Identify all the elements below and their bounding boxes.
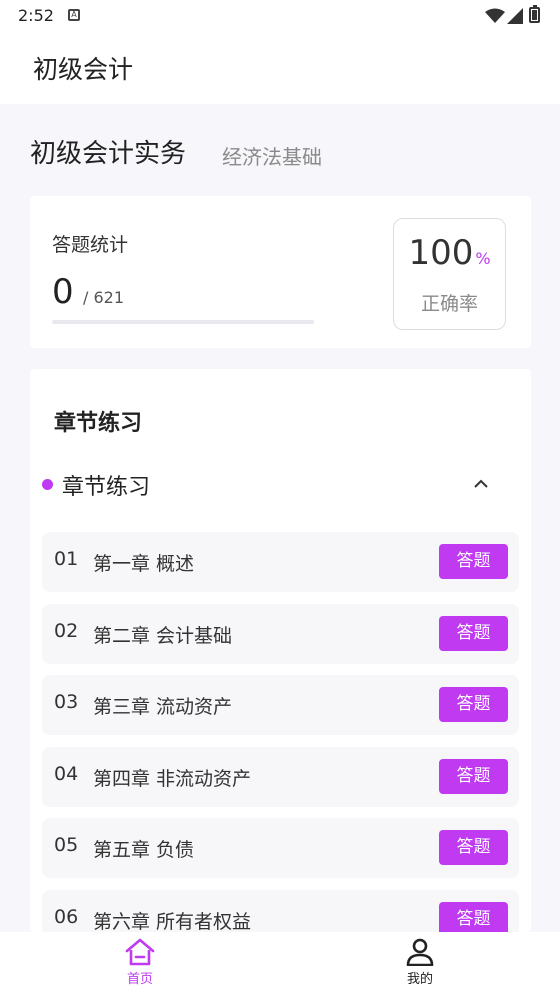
chevron-up-icon[interactable]	[470, 473, 492, 495]
tab-mine[interactable]: 我的	[360, 938, 480, 993]
signal-icon	[507, 8, 523, 24]
progress-bar	[52, 320, 314, 324]
chapter-number: 02	[54, 619, 79, 642]
answered-count: 0	[52, 272, 74, 312]
accuracy-number: 100	[408, 233, 474, 273]
total-count: / 621	[83, 288, 125, 307]
battery-icon	[529, 5, 540, 23]
chapter-name: 第一章 概述	[93, 553, 195, 575]
tab-home-label: 首页	[126, 972, 153, 987]
chapter-list: 01 第一章 概述 答题 02 第二章 会计基础 答题 03 第三章 流动资产 答题 04 第四章 …	[42, 532, 519, 932]
tab-mine-label: 我的	[406, 972, 433, 987]
a-box-icon: A	[68, 9, 80, 21]
tab-home[interactable]: 首页	[80, 938, 200, 993]
answer-button[interactable]: 答题	[439, 615, 508, 651]
chapter-name: 第二章 会计基础	[93, 624, 233, 647]
bullet-dot	[42, 479, 53, 490]
tab-subject-law[interactable]: 经济法基础	[222, 141, 322, 170]
chapter-row[interactable]: 05 第五章 负债 答题	[42, 818, 519, 878]
chapter-group-label: 章节练习	[62, 475, 151, 500]
accuracy-unit: %	[475, 249, 491, 268]
chapter-row[interactable]: 02 第二章 会计基础 答题	[42, 603, 519, 664]
chapter-number: 06	[54, 905, 79, 928]
chapter-row[interactable]: 04 第四章 非流动资产 答题	[42, 746, 519, 807]
answer-button[interactable]: 答题	[439, 830, 508, 865]
chapter-name: 第三章 流动资产	[93, 696, 233, 718]
section-heading: 章节练习	[54, 411, 143, 436]
chapter-row[interactable]: 03 第三章 流动资产 答题	[42, 675, 519, 735]
page-title: 初级会计	[33, 55, 134, 84]
chapter-group-header[interactable]: 章节练习	[30, 467, 531, 507]
app-bar: 初级会计	[0, 32, 560, 104]
status-bar: 2:52 A	[0, 0, 560, 32]
accuracy-box: 100% 正确率	[393, 218, 506, 330]
answer-button[interactable]: 答题	[439, 544, 508, 579]
chapter-number: 01	[54, 548, 79, 570]
accuracy-label: 正确率	[420, 293, 478, 315]
answer-button[interactable]: 答题	[439, 758, 508, 794]
chapter-row[interactable]: 01 第一章 概述 答题	[42, 532, 519, 592]
chapter-row[interactable]: 06 第六章 所有者权益 答题	[42, 889, 519, 933]
accuracy-value: 100%	[394, 233, 505, 273]
chapter-name: 第四章 非流动资产	[93, 767, 252, 790]
answer-button[interactable]: 答题	[439, 901, 508, 932]
chapter-name: 第六章 所有者权益	[93, 910, 252, 933]
user-icon	[406, 938, 434, 966]
status-time: 2:52	[18, 6, 54, 25]
wifi-icon	[485, 8, 505, 23]
tab-subject-practice[interactable]: 初级会计实务	[30, 133, 186, 170]
bottom-tab-bar: 首页 我的	[0, 932, 560, 995]
chapter-name: 第五章 负债	[93, 839, 195, 861]
answer-button[interactable]: 答题	[439, 687, 508, 722]
stats-label: 答题统计	[52, 234, 129, 256]
chapter-number: 03	[54, 691, 79, 713]
home-icon	[125, 938, 155, 966]
chapter-number: 05	[54, 834, 79, 856]
chapter-number: 04	[54, 762, 79, 785]
stats-card: 答题统计 0 / 621 100% 正确率	[30, 196, 531, 348]
chapters-card: 章节练习 章节练习 01 第一章 概述 答题 02 第二章 会计基础 答题 03 第三章 流动…	[30, 369, 531, 932]
subject-tabs: 初级会计实务 经济法基础	[30, 133, 530, 173]
